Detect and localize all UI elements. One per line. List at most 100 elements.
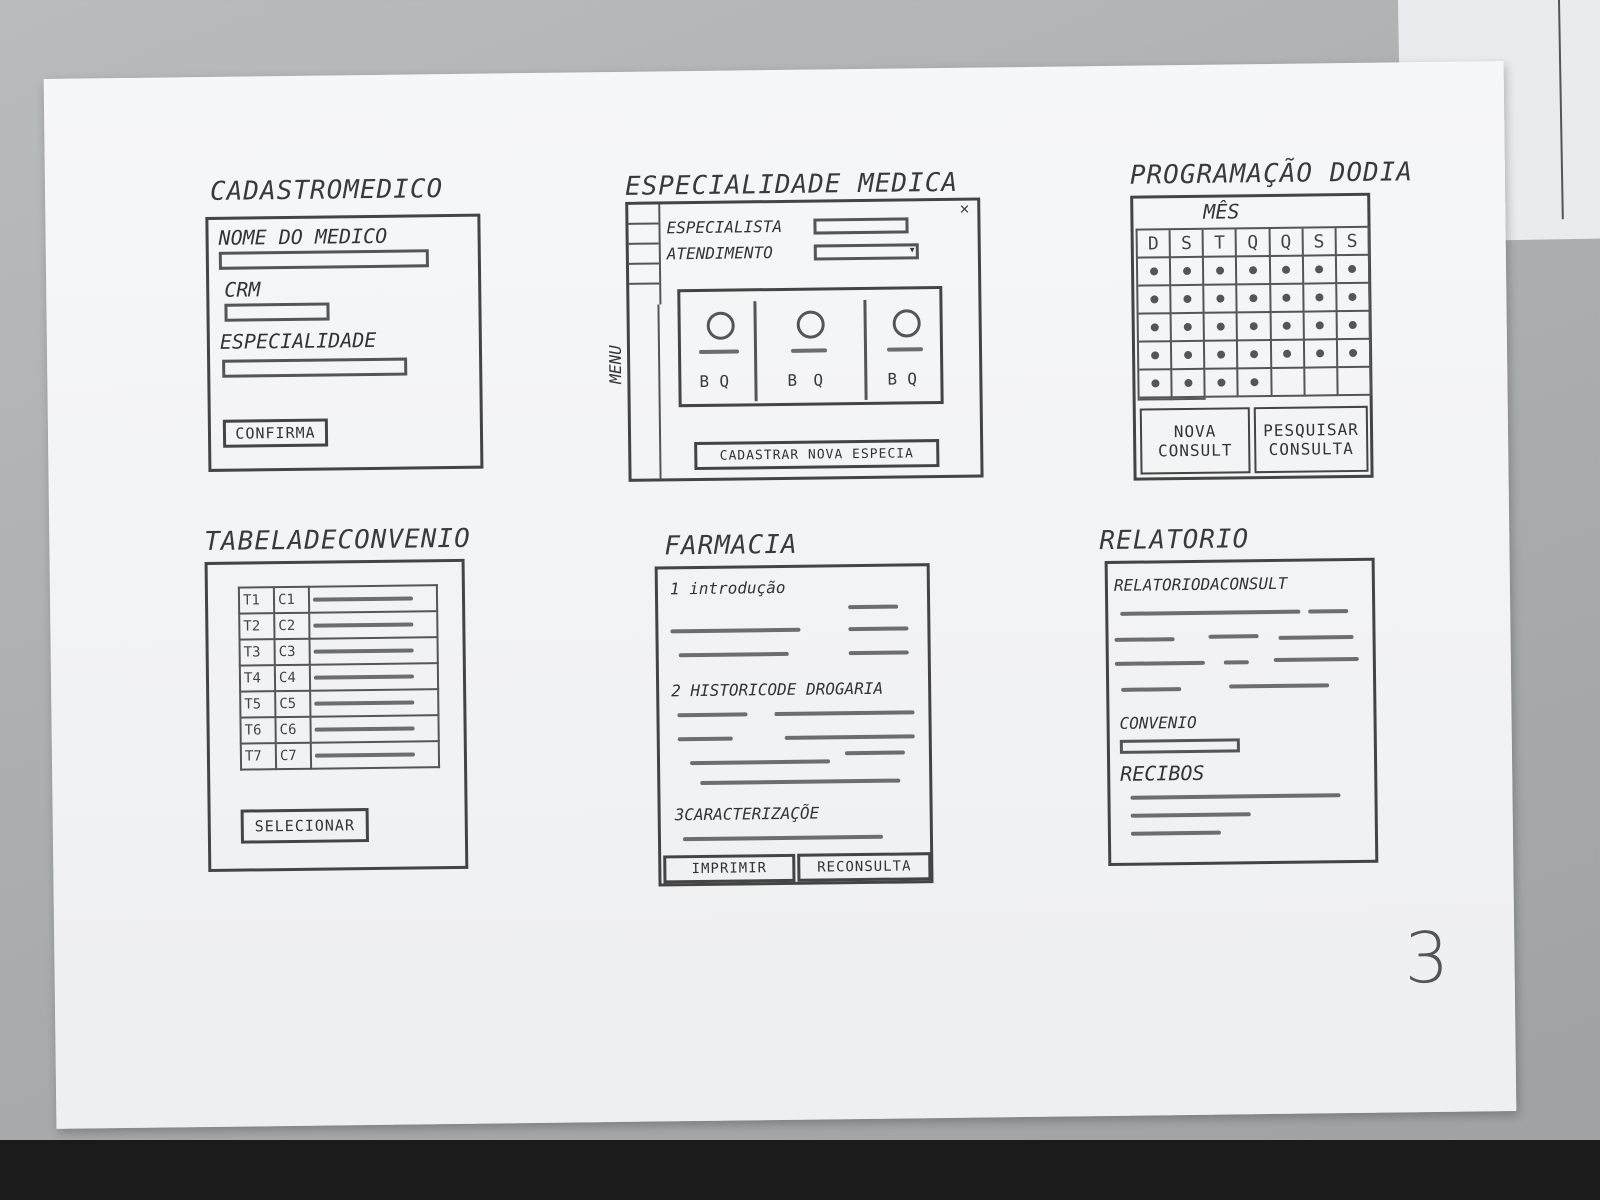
- convenio-table: T1 C1 T2 C2 T3 C3 T4 C4 T5 C5 T6 C6 T7 C7: [238, 584, 440, 770]
- table-row[interactable]: T2 C2: [239, 611, 438, 640]
- calendar-day[interactable]: [1138, 314, 1173, 343]
- select-button[interactable]: SELECIONAR: [240, 808, 369, 844]
- text-line: [1114, 660, 1205, 666]
- text-line: [1229, 683, 1330, 689]
- calendar-day[interactable]: [1138, 286, 1172, 315]
- calendar-day[interactable]: [1271, 340, 1305, 369]
- especialidade-label: ESPECIALIDADE: [219, 327, 377, 354]
- calendar-day[interactable]: [1237, 256, 1271, 286]
- calendar-day[interactable]: [1270, 256, 1304, 285]
- calendar-day[interactable]: [1303, 256, 1338, 285]
- calendar-day[interactable]: [1138, 342, 1173, 371]
- weekday-label: S: [1170, 229, 1205, 259]
- print-button[interactable]: IMPRIMIR: [663, 853, 796, 884]
- table-cell: T2: [239, 613, 275, 640]
- screen-title: RELATORIO: [1099, 524, 1250, 557]
- search-icon[interactable]: Q: [719, 372, 729, 391]
- text-line: [1121, 687, 1182, 692]
- programacao-frame: MÊS D S T Q Q S S NOVA CONSULT PESQUISAR…: [1130, 192, 1374, 481]
- confirm-button[interactable]: CONFIRMA: [222, 418, 329, 448]
- table-row[interactable]: T7 C7: [240, 741, 440, 770]
- calendar-day[interactable]: [1304, 340, 1339, 369]
- text-line: [784, 734, 915, 740]
- calendar-day[interactable]: [1172, 369, 1206, 399]
- calendar-day[interactable]: [1204, 313, 1239, 342]
- table-row[interactable]: T4 C4: [239, 663, 439, 692]
- section-introducao: 1 introdução: [669, 577, 786, 599]
- calendar-day[interactable]: [1303, 284, 1338, 313]
- calendar-day[interactable]: [1338, 367, 1372, 397]
- reconsult-button[interactable]: RECONSULTA: [797, 852, 932, 882]
- calendar-day[interactable]: [1139, 398, 1173, 401]
- calendar-day[interactable]: [1270, 284, 1305, 313]
- calendar-day[interactable]: [1238, 368, 1273, 398]
- search-icon[interactable]: Q: [813, 370, 823, 389]
- edit-icon[interactable]: B: [787, 371, 797, 390]
- register-specialty-button[interactable]: CADASTRAR NOVA ESPECIA: [694, 439, 940, 471]
- text-line: [682, 834, 883, 842]
- avatar-icon: [892, 309, 921, 338]
- table-row[interactable]: T1 C1: [238, 585, 438, 614]
- calendar-day[interactable]: [1238, 312, 1272, 342]
- search-icon[interactable]: Q: [907, 369, 917, 388]
- table-cell: C5: [275, 690, 311, 718]
- table-cell: C4: [274, 664, 311, 692]
- weekday-label: D: [1137, 230, 1172, 259]
- calendar-day[interactable]: [1171, 257, 1205, 287]
- card-text: [886, 347, 924, 352]
- calendar-day[interactable]: [1171, 313, 1206, 343]
- relatorio-frame: RELATORIODACONSULT CONVENIO RECIBOS: [1104, 557, 1379, 867]
- calendar-day[interactable]: [1139, 370, 1173, 399]
- doctor-card[interactable]: B Q: [866, 299, 940, 400]
- text-line: [774, 710, 915, 717]
- weekday-label: T: [1203, 229, 1238, 258]
- calendar-day[interactable]: [1271, 312, 1305, 341]
- search-consult-button[interactable]: PESQUISAR CONSULTA: [1253, 405, 1369, 474]
- convenio-field[interactable]: [1119, 738, 1240, 754]
- new-consult-button[interactable]: NOVA CONSULT: [1139, 407, 1251, 475]
- text-line: [1114, 637, 1175, 642]
- especialista-field[interactable]: [813, 217, 909, 235]
- especialidade-field[interactable]: [222, 357, 408, 378]
- calendar-day[interactable]: [1271, 368, 1306, 397]
- close-icon[interactable]: ✕: [960, 199, 970, 218]
- calendar-day[interactable]: [1337, 339, 1372, 369]
- calendar-day[interactable]: [1336, 255, 1371, 285]
- calendar-day[interactable]: [1238, 340, 1272, 370]
- calendar-day[interactable]: [1204, 285, 1239, 314]
- section-caracterizacoes: 3CARACTERIZAÇÕE: [674, 803, 820, 825]
- card-text: [699, 349, 740, 354]
- crm-field[interactable]: [224, 302, 330, 322]
- calendar-day[interactable]: [1137, 258, 1172, 287]
- table-row[interactable]: T3 C3: [239, 637, 438, 666]
- menu-bar[interactable]: [628, 204, 662, 305]
- table-cell: [310, 715, 439, 743]
- edit-icon[interactable]: B: [887, 370, 897, 389]
- atendimento-select[interactable]: ▾: [813, 242, 919, 261]
- calendar-day[interactable]: [1205, 369, 1240, 398]
- calendar-day[interactable]: [1337, 311, 1371, 341]
- calendar-day[interactable]: [1172, 397, 1206, 401]
- table-row[interactable]: T6 C6: [240, 715, 439, 744]
- table-cell: C2: [274, 612, 310, 640]
- calendar-day[interactable]: [1171, 285, 1205, 315]
- text-line: [844, 750, 905, 756]
- calendar-day[interactable]: [1205, 341, 1239, 370]
- text-line: [700, 778, 901, 785]
- convenio-label: CONVENIO: [1119, 712, 1197, 733]
- calendar-day[interactable]: [1204, 257, 1238, 286]
- calendar-day[interactable]: [1237, 284, 1272, 314]
- calendar-day[interactable]: [1304, 312, 1338, 341]
- weekday-label: S: [1336, 227, 1370, 257]
- calendar-day[interactable]: [1337, 283, 1371, 313]
- edit-icon[interactable]: B: [699, 372, 709, 391]
- table-row[interactable]: T5 C5: [240, 689, 439, 718]
- table-cell: T7: [240, 743, 277, 770]
- doctor-card[interactable]: B Q: [680, 301, 758, 403]
- calendar-day[interactable]: [1304, 368, 1339, 397]
- name-field[interactable]: [218, 249, 429, 270]
- text-line: [677, 736, 733, 742]
- avatar-icon: [796, 310, 825, 339]
- calendar-day[interactable]: [1172, 341, 1206, 371]
- doctor-card[interactable]: B Q: [756, 299, 868, 402]
